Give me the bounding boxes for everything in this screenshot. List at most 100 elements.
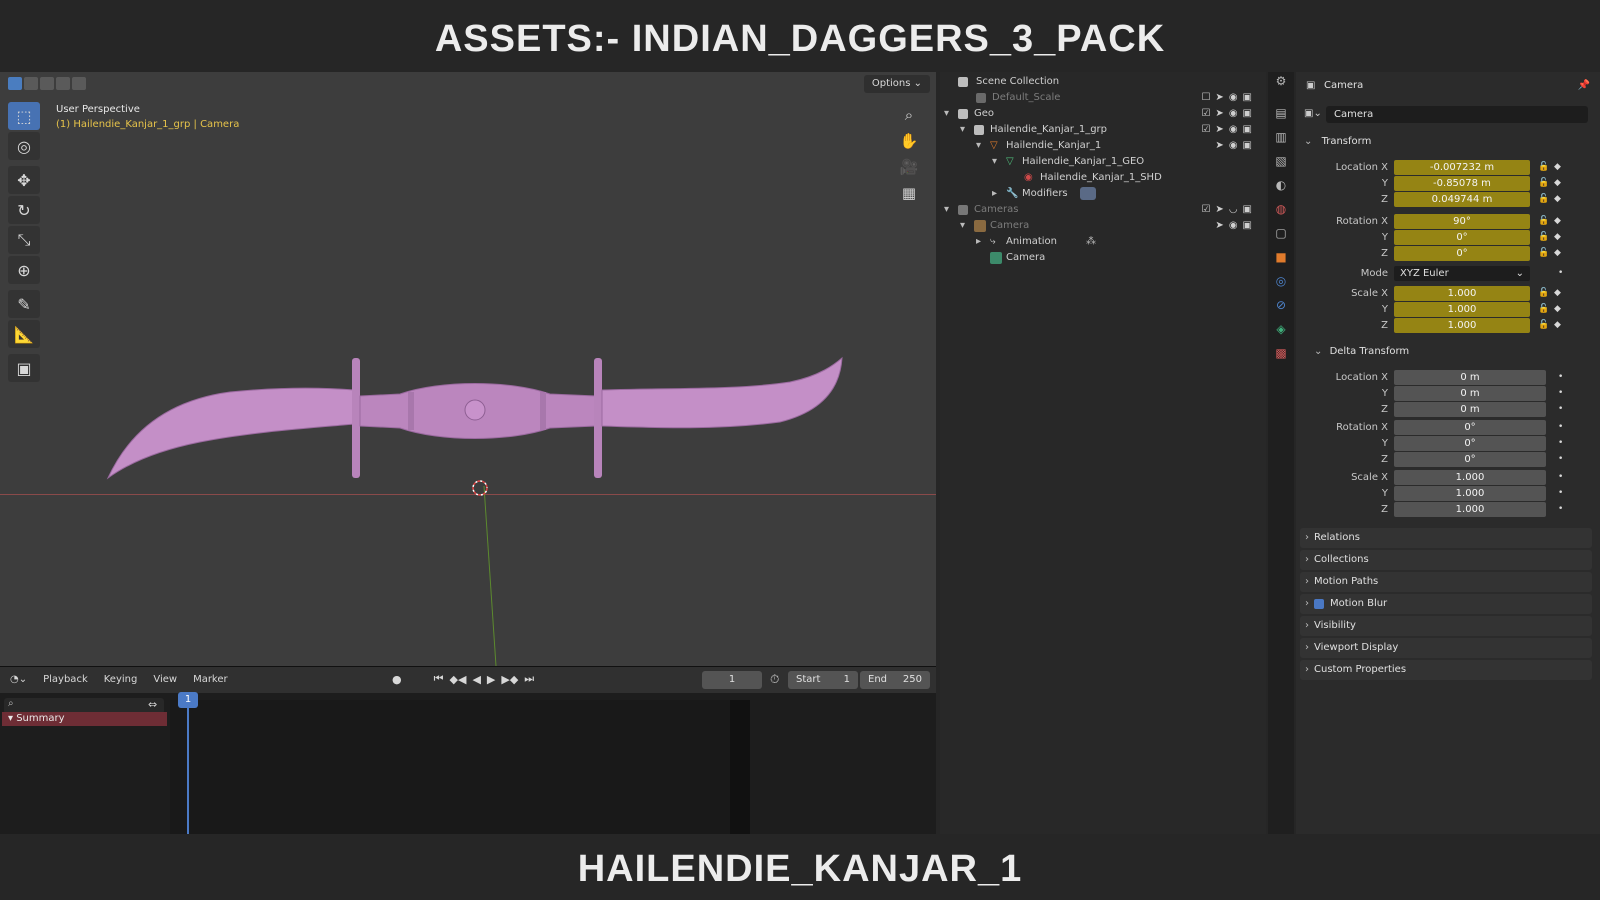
menu-marker[interactable]: Marker (191, 672, 230, 687)
keyframe-icon[interactable]: ◆ (1554, 286, 1561, 301)
summary-channel[interactable]: ▾ Summary (2, 712, 167, 726)
rotation-y-field[interactable]: 0° (1394, 230, 1530, 245)
relations-panel[interactable]: Relations (1300, 528, 1592, 548)
expand-arrow-icon[interactable]: ▾ (992, 154, 997, 170)
world-tab-icon[interactable]: ◍ (1268, 202, 1294, 224)
menu-view[interactable]: View (151, 672, 179, 687)
outliner-item-camera-object[interactable]: ▾ Camera ➤ ◉ ▣ (940, 218, 1266, 234)
select-arrow-icon[interactable]: ➤ (1215, 90, 1223, 106)
tool-tab-icon[interactable]: ⚙ (1268, 74, 1294, 96)
outliner[interactable]: Scene Collection Default_Scale ☐ ➤ ◉ ▣ ▾ Ge… (940, 72, 1266, 834)
object-tab-icon[interactable]: ■ (1268, 250, 1294, 272)
playhead[interactable] (187, 700, 189, 834)
delta-location-y-field[interactable]: 0 m (1394, 386, 1546, 401)
exclude-checkbox-icon[interactable]: ☑ (1201, 106, 1210, 122)
exclude-checkbox-icon[interactable]: ☑ (1201, 122, 1210, 138)
delta-scale-z-field[interactable]: 1.000 (1394, 502, 1546, 517)
eye-icon[interactable]: ◉ (1229, 138, 1238, 154)
expand-arrow-icon[interactable]: ▸ (992, 186, 997, 202)
expand-arrow-icon[interactable]: ▾ (960, 122, 965, 138)
3d-cursor-icon[interactable] (470, 478, 490, 498)
keyframe-icon[interactable]: ◆ (1554, 318, 1561, 333)
rotation-z-field[interactable]: 0° (1394, 246, 1530, 261)
delta-transform-header[interactable]: ⌄ Delta Transform (1300, 342, 1592, 362)
delta-rotation-y-field[interactable]: 0° (1394, 436, 1546, 451)
modifier-badge-icon[interactable] (1080, 187, 1096, 200)
prev-keyframe-icon[interactable]: ◆◀ (450, 673, 467, 686)
expand-arrow-icon[interactable]: ▾ (944, 106, 949, 122)
delta-rotation-z-field[interactable]: 0° (1394, 452, 1546, 467)
record-icon[interactable]: ● (392, 673, 402, 686)
outliner-item-default-scale[interactable]: Default_Scale ☐ ➤ ◉ ▣ (940, 90, 1266, 106)
end-frame-field[interactable]: End 250 (860, 671, 930, 689)
menu-keying[interactable]: Keying (102, 672, 140, 687)
camera-render-icon[interactable]: ▣ (1243, 202, 1252, 218)
outliner-item-camera-data[interactable]: Camera (940, 250, 1266, 266)
action-icon[interactable]: ⁂ (1086, 234, 1096, 250)
delta-location-z-field[interactable]: 0 m (1394, 402, 1546, 417)
keyframe-icon[interactable]: ◆ (1554, 302, 1561, 317)
camera-render-icon[interactable]: ▣ (1243, 106, 1252, 122)
properties-editor[interactable]: ▣ Camera 📌 ▣⌄ Camera ⌄ Transform Locatio… (1296, 72, 1600, 834)
select-arrow-icon[interactable]: ➤ (1215, 202, 1223, 218)
location-z-field[interactable]: 0.049744 m (1394, 192, 1530, 207)
delta-scale-x-field[interactable]: 1.000 (1394, 470, 1546, 485)
exclude-checkbox-icon[interactable]: ☑ (1201, 202, 1210, 218)
lock-icon[interactable]: 🔓 (1538, 246, 1549, 261)
constraints-tab-icon[interactable]: ⊘ (1268, 298, 1294, 320)
output-tab-icon[interactable]: ▥ (1268, 130, 1294, 152)
lock-icon[interactable]: 🔓 (1538, 286, 1549, 301)
stopwatch-icon[interactable]: ⏱ (770, 672, 779, 687)
lock-icon[interactable]: 🔓 (1538, 192, 1549, 207)
texture-tab-icon[interactable]: ▩ (1268, 346, 1294, 368)
scale-x-field[interactable]: 1.000 (1394, 286, 1530, 301)
keyframe-icon[interactable]: ◆ (1554, 160, 1561, 175)
camera-render-icon[interactable]: ▣ (1243, 90, 1252, 106)
start-frame-field[interactable]: Start 1 (788, 671, 858, 689)
current-frame-field[interactable]: 1 (702, 671, 762, 689)
keyframe-icon[interactable]: ◆ (1554, 214, 1561, 229)
lock-icon[interactable]: 🔓 (1538, 214, 1549, 229)
jump-end-icon[interactable]: ⏭ (524, 672, 534, 686)
outliner-item-kanjar-1[interactable]: ▾ ▽ Hailendie_Kanjar_1 ➤ ◉ ▣ (940, 138, 1266, 154)
outliner-item-animation[interactable]: ▸ ⤷ Animation ⁂ (940, 234, 1266, 250)
keyframe-icon[interactable]: ◆ (1554, 230, 1561, 245)
camera-render-icon[interactable]: ▣ (1243, 138, 1252, 154)
outliner-item-kanjar-grp[interactable]: ▾ Hailendie_Kanjar_1_grp ☑ ➤ ◉ ▣ (940, 122, 1266, 138)
swap-icon[interactable]: ⇔ (148, 698, 157, 711)
expand-arrow-icon[interactable]: ▾ (976, 138, 981, 154)
next-keyframe-icon[interactable]: ▶◆ (501, 673, 518, 686)
rotation-mode-dropdown[interactable]: XYZ Euler ⌄ (1394, 266, 1530, 281)
camera-render-icon[interactable]: ▣ (1243, 218, 1252, 234)
eye-icon[interactable]: ◉ (1229, 218, 1238, 234)
lock-icon[interactable]: 🔓 (1538, 230, 1549, 245)
outliner-item-cameras[interactable]: ▾ Cameras ☑ ➤ ◡ ▣ (940, 202, 1266, 218)
visibility-panel[interactable]: Visibility (1300, 616, 1592, 636)
data-tab-icon[interactable]: ◈ (1268, 322, 1294, 344)
camera-render-icon[interactable]: ▣ (1243, 122, 1252, 138)
eye-icon[interactable]: ◉ (1229, 106, 1238, 122)
outliner-item-kanjar-shd[interactable]: ◉ Hailendie_Kanjar_1_SHD (940, 170, 1266, 186)
outliner-item-modifiers[interactable]: ▸ 🔧 Modifiers (940, 186, 1266, 202)
lock-icon[interactable]: 🔓 (1538, 176, 1549, 191)
select-arrow-icon[interactable]: ➤ (1215, 106, 1223, 122)
play-reverse-icon[interactable]: ◀ (472, 673, 480, 686)
object-name-field[interactable]: Camera (1326, 106, 1588, 123)
viewport-display-panel[interactable]: Viewport Display (1300, 638, 1592, 658)
3d-viewport[interactable]: Options ⌄ ⬚ ◎ ✥ ↻ ⤡ ⊕ ✎ 📐 ▣ User Perspec… (0, 72, 936, 666)
menu-playback[interactable]: Playback (41, 672, 90, 687)
keyframe-icon[interactable]: ◆ (1554, 176, 1561, 191)
playhead-frame-badge[interactable]: 1 (178, 692, 198, 708)
pin-icon[interactable]: 📌 (1578, 80, 1590, 91)
view-layer-tab-icon[interactable]: ▧ (1268, 154, 1294, 176)
eye-icon[interactable]: ◉ (1229, 122, 1238, 138)
select-arrow-icon[interactable]: ➤ (1215, 138, 1223, 154)
eye-icon[interactable]: ◉ (1229, 90, 1238, 106)
lock-icon[interactable]: 🔓 (1538, 160, 1549, 175)
motion-blur-panel[interactable]: Motion Blur (1300, 594, 1592, 614)
play-icon[interactable]: ▶ (487, 673, 495, 686)
delta-rotation-x-field[interactable]: 0° (1394, 420, 1546, 435)
expand-arrow-icon[interactable]: ▸ (976, 234, 981, 250)
location-y-field[interactable]: -0.85078 m (1394, 176, 1530, 191)
outliner-item-geo[interactable]: ▾ Geo ☑ ➤ ◉ ▣ (940, 106, 1266, 122)
